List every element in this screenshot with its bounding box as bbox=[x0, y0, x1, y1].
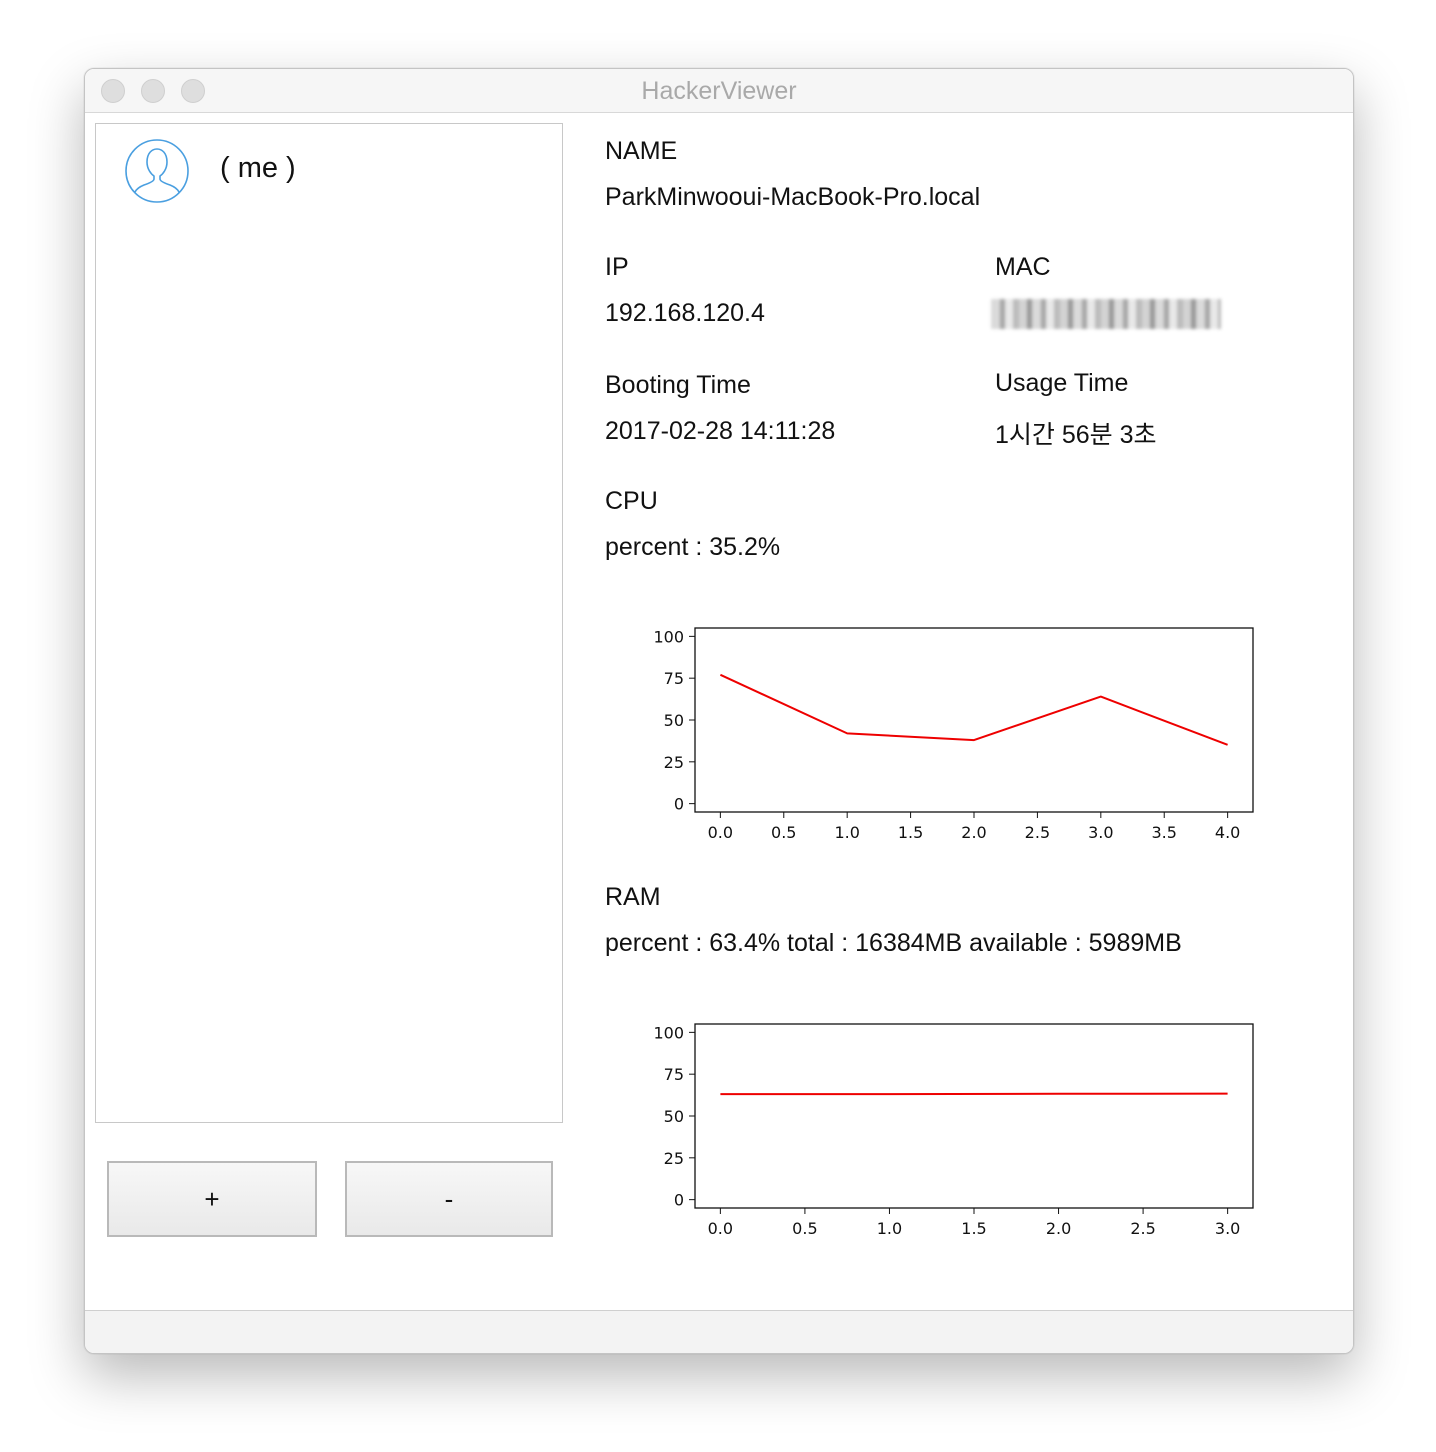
app-window: HackerViewer ( me ) + - NAME ParkMinwoou… bbox=[84, 68, 1354, 1354]
host-list-item[interactable]: ( me ) bbox=[96, 124, 562, 220]
cpu-x-tick-label: 0.5 bbox=[771, 823, 796, 842]
ram-y-tick-label: 50 bbox=[664, 1107, 684, 1126]
ram-x-tick-label: 2.0 bbox=[1046, 1219, 1071, 1238]
ram-plot-frame bbox=[694, 1023, 1254, 1209]
window-title: HackerViewer bbox=[641, 77, 797, 105]
ram-stats: percent : 63.4% total : 16384MB availabl… bbox=[605, 929, 1182, 957]
ram-chart: 0 25 50 75 100 0.0 0.5 1.0 1.5 2.0 2.5 3.0 bbox=[645, 1019, 1257, 1249]
cpu-y-tick-label: 0 bbox=[674, 795, 684, 814]
cpu-y-tick-label: 100 bbox=[653, 627, 684, 646]
remove-host-button[interactable]: - bbox=[345, 1161, 553, 1237]
booting-time-value: 2017-02-28 14:11:28 bbox=[605, 417, 836, 445]
host-list[interactable]: ( me ) bbox=[95, 123, 563, 1123]
ram-x-tick-label: 3.0 bbox=[1215, 1219, 1240, 1238]
cpu-percent: percent : 35.2% bbox=[605, 533, 781, 561]
cpu-x-tick-label: 3.0 bbox=[1088, 823, 1113, 842]
mac-value-redacted bbox=[991, 299, 1221, 329]
usage-time-heading: Usage Time bbox=[995, 369, 1129, 397]
user-avatar-icon bbox=[125, 139, 189, 203]
ram-x-tick-label: 1.0 bbox=[877, 1219, 902, 1238]
ram-series-line bbox=[720, 1092, 1228, 1096]
ram-y-tick-label: 25 bbox=[664, 1149, 684, 1168]
cpu-x-tick-label: 4.0 bbox=[1215, 823, 1240, 842]
ram-y-tick-label: 75 bbox=[664, 1065, 684, 1084]
status-bar bbox=[85, 1310, 1353, 1353]
ram-y-tick-label: 100 bbox=[653, 1023, 684, 1042]
cpu-x-tick-label: 2.5 bbox=[1025, 823, 1050, 842]
cpu-x-tick-label: 1.5 bbox=[898, 823, 923, 842]
cpu-plot-frame bbox=[694, 627, 1254, 813]
cpu-x-tick-label: 1.0 bbox=[834, 823, 859, 842]
name-heading: NAME bbox=[605, 137, 678, 165]
cpu-chart: 0 25 50 75 100 0.0 0.5 1.0 1.5 2.0 2.5 3.0 3.5 4.0 bbox=[645, 623, 1257, 853]
ram-chart-svg: 0 25 50 75 100 0.0 0.5 1.0 1.5 2.0 2.5 3.0 bbox=[653, 1023, 1254, 1238]
cpu-y-tick-label: 50 bbox=[664, 711, 684, 730]
booting-time-heading: Booting Time bbox=[605, 371, 751, 399]
ram-heading: RAM bbox=[605, 883, 661, 911]
ram-x-tick-label: 1.5 bbox=[961, 1219, 986, 1238]
cpu-x-tick-label: 2.0 bbox=[961, 823, 986, 842]
host-list-item-label: ( me ) bbox=[220, 152, 296, 184]
cpu-heading: CPU bbox=[605, 487, 658, 515]
cpu-y-tick-label: 75 bbox=[664, 669, 684, 688]
ip-heading: IP bbox=[605, 253, 629, 281]
cpu-y-tick-label: 25 bbox=[664, 753, 684, 772]
title-bar: HackerViewer bbox=[85, 69, 1353, 113]
ram-x-tick-label: 0.5 bbox=[792, 1219, 817, 1238]
cpu-x-tick-label: 0.0 bbox=[708, 823, 733, 842]
add-host-button[interactable]: + bbox=[107, 1161, 317, 1237]
usage-time-value: 1시간 56분 3초 bbox=[995, 421, 1157, 449]
ram-x-tick-label: 2.5 bbox=[1130, 1219, 1155, 1238]
cpu-x-tick-label: 3.5 bbox=[1152, 823, 1177, 842]
mac-heading: MAC bbox=[995, 253, 1051, 281]
cpu-chart-svg: 0 25 50 75 100 0.0 0.5 1.0 1.5 2.0 2.5 3.0 3.5 4.0 bbox=[653, 627, 1254, 842]
ram-x-tick-label: 0.0 bbox=[708, 1219, 733, 1238]
name-value: ParkMinwooui-MacBook-Pro.local bbox=[605, 183, 981, 211]
ip-value: 192.168.120.4 bbox=[605, 299, 765, 327]
ram-y-tick-label: 0 bbox=[674, 1191, 684, 1210]
